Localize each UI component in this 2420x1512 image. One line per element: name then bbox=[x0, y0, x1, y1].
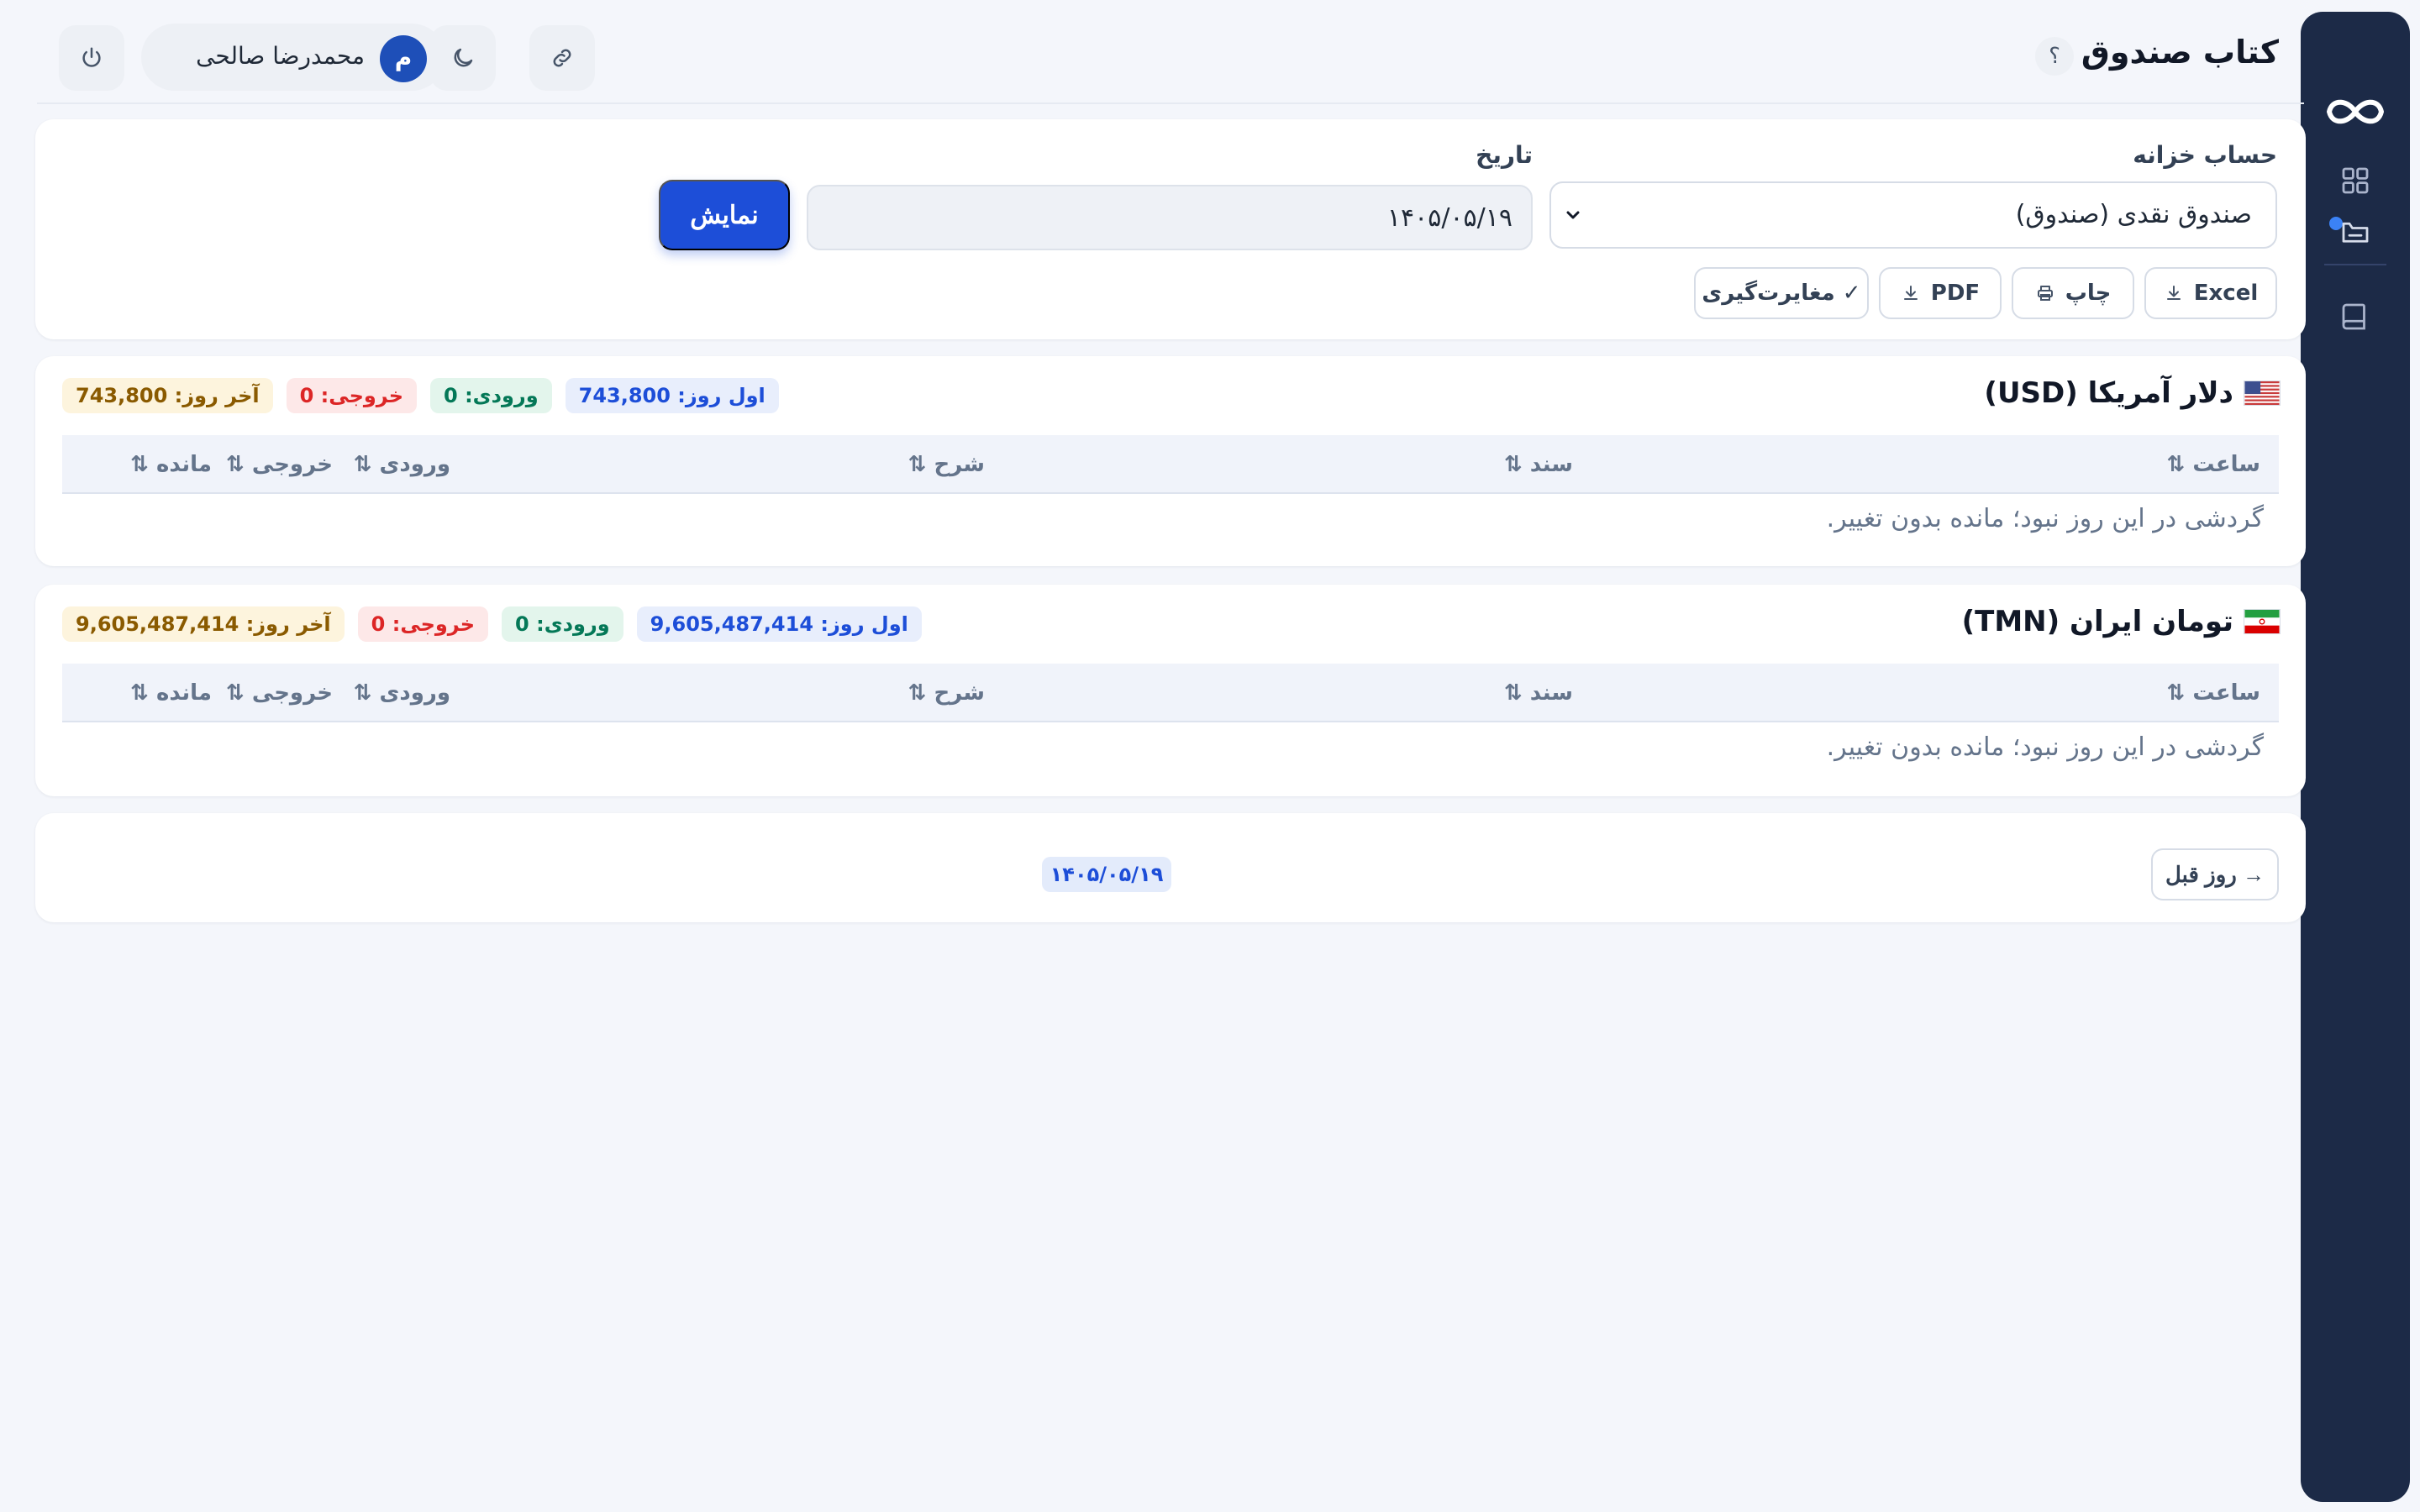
reconcile-button[interactable]: ✓ مغایرت‌گیری bbox=[1694, 267, 1869, 319]
tmn-outgoing-badge: خروجی: 0 bbox=[357, 606, 489, 642]
sidebar-divider bbox=[2324, 264, 2386, 265]
tmn-section-title: تومان ایران (TMN) bbox=[1962, 605, 2281, 638]
th-out[interactable]: خروجی ⇅ bbox=[226, 680, 333, 706]
usd-incoming-badge: ورودی: 0 bbox=[430, 378, 552, 413]
date-input[interactable]: ۱۴۰۵/۰۵/۱۹ bbox=[807, 185, 1533, 250]
download-icon bbox=[1903, 286, 1918, 300]
print-button[interactable]: چاپ bbox=[2012, 267, 2134, 319]
usd-outgoing-badge: خروجی: 0 bbox=[286, 378, 418, 413]
th-time[interactable]: ساعت ⇅ bbox=[2167, 680, 2260, 706]
th-in[interactable]: ورودی ⇅ bbox=[354, 452, 450, 477]
th-out[interactable]: خروجی ⇅ bbox=[226, 452, 333, 477]
tmn-opening-badge: اول روز: 9,605,487,414 bbox=[636, 606, 922, 642]
usd-empty-message: گردشی در این روز نبود؛ مانده بدون تغییر. bbox=[1826, 504, 2264, 533]
th-balance[interactable]: مانده ⇅ bbox=[130, 680, 212, 706]
book-icon[interactable] bbox=[2338, 299, 2373, 334]
usd-section-title: دلار آمریکا (USD) bbox=[1984, 376, 2281, 410]
logout-button[interactable] bbox=[59, 25, 124, 91]
usd-summary-badges: آخر روز: 743,800 خروجی: 0 ورودی: 0 اول ر… bbox=[62, 378, 779, 413]
chevron-down-icon bbox=[1566, 211, 1580, 219]
tmn-incoming-badge: ورودی: 0 bbox=[502, 606, 623, 642]
prev-day-button[interactable]: → روز قبل bbox=[2151, 848, 2279, 900]
tmn-ledger-card: تومان ایران (TMN) آخر روز: 9,605,487,414… bbox=[35, 585, 2306, 796]
usd-title-text: دلار آمریکا (USD) bbox=[1984, 376, 2233, 410]
print-button-label: چاپ bbox=[2065, 281, 2112, 306]
excel-button-label: Excel bbox=[2193, 281, 2259, 306]
tmn-empty-message: گردشی در این روز نبود؛ مانده بدون تغییر. bbox=[1826, 732, 2264, 762]
user-menu[interactable]: م محمدرضا صالحی bbox=[141, 24, 445, 91]
account-select[interactable]: صندوق نقدی (صندوق) bbox=[1549, 181, 2277, 249]
th-desc[interactable]: شرح ⇅ bbox=[908, 680, 985, 706]
th-doc[interactable]: سند ⇅ bbox=[1504, 680, 1573, 706]
help-button[interactable]: ؟ bbox=[2035, 37, 2074, 76]
account-label: حساب خزانه bbox=[2133, 141, 2277, 169]
reconcile-button-label: ✓ مغایرت‌گیری bbox=[1702, 281, 1861, 306]
moon-icon bbox=[454, 48, 473, 67]
usd-closing-badge: آخر روز: 743,800 bbox=[62, 378, 273, 413]
link-button[interactable] bbox=[529, 25, 595, 91]
link-icon bbox=[553, 49, 571, 67]
th-time[interactable]: ساعت ⇅ bbox=[2167, 452, 2260, 477]
tmn-summary-badges: آخر روز: 9,605,487,414 خروجی: 0 ورودی: 0… bbox=[62, 606, 922, 642]
account-select-value: صندوق نقدی (صندوق) bbox=[2015, 200, 2252, 229]
power-icon bbox=[82, 47, 101, 67]
us-flag-icon bbox=[2244, 381, 2281, 406]
usd-ledger-card: دلار آمریکا (USD) آخر روز: 743,800 خروجی… bbox=[35, 356, 2306, 566]
download-icon bbox=[2166, 286, 2181, 300]
th-balance[interactable]: مانده ⇅ bbox=[130, 452, 212, 477]
export-pdf-button[interactable]: PDF bbox=[1879, 267, 2002, 319]
dashboard-grid-icon[interactable] bbox=[2338, 163, 2373, 198]
iran-flag-icon bbox=[2244, 609, 2281, 634]
date-input-value: ۱۴۰۵/۰۵/۱۹ bbox=[1386, 203, 1512, 233]
infinity-logo-icon[interactable] bbox=[2321, 91, 2390, 133]
date-label: تاریخ bbox=[1476, 141, 1533, 169]
avatar: م bbox=[380, 35, 427, 82]
th-doc[interactable]: سند ⇅ bbox=[1504, 452, 1573, 477]
show-button[interactable]: نمایش bbox=[659, 180, 790, 250]
usd-opening-badge: اول روز: 743,800 bbox=[565, 378, 779, 413]
tmn-table-header: ساعت ⇅ سند ⇅ شرح ⇅ ورودی ⇅ خروجی ⇅ مانده… bbox=[62, 664, 2279, 722]
th-in[interactable]: ورودی ⇅ bbox=[354, 680, 450, 706]
page-title: کتاب صندوق bbox=[2081, 34, 2279, 71]
top-header: کتاب صندوق ؟ م محمدرضا صالحی bbox=[37, 0, 2304, 104]
user-name: محمدرضا صالحی bbox=[196, 42, 365, 70]
current-date-badge: ۱۴۰۵/۰۵/۱۹ bbox=[1042, 857, 1171, 892]
tmn-closing-badge: آخر روز: 9,605,487,414 bbox=[62, 606, 345, 642]
sidebar bbox=[2301, 12, 2410, 1502]
day-navigation-card: → روز قبل ۱۴۰۵/۰۵/۱۹ bbox=[35, 813, 2306, 922]
pdf-button-label: PDF bbox=[1930, 281, 1981, 306]
app-root: کتاب صندوق ؟ م محمدرضا صالحی حساب خزانه bbox=[0, 0, 2420, 1512]
export-excel-button[interactable]: Excel bbox=[2144, 267, 2277, 319]
filter-card: حساب خزانه صندوق نقدی (صندوق) تاریخ ۱۴۰۵… bbox=[35, 119, 2306, 339]
printer-icon bbox=[2037, 286, 2053, 301]
cash-book-icon[interactable] bbox=[2338, 213, 2373, 249]
usd-table-header: ساعت ⇅ سند ⇅ شرح ⇅ ورودی ⇅ خروجی ⇅ مانده… bbox=[62, 435, 2279, 494]
tmn-title-text: تومان ایران (TMN) bbox=[1961, 605, 2233, 638]
th-desc[interactable]: شرح ⇅ bbox=[908, 452, 985, 477]
